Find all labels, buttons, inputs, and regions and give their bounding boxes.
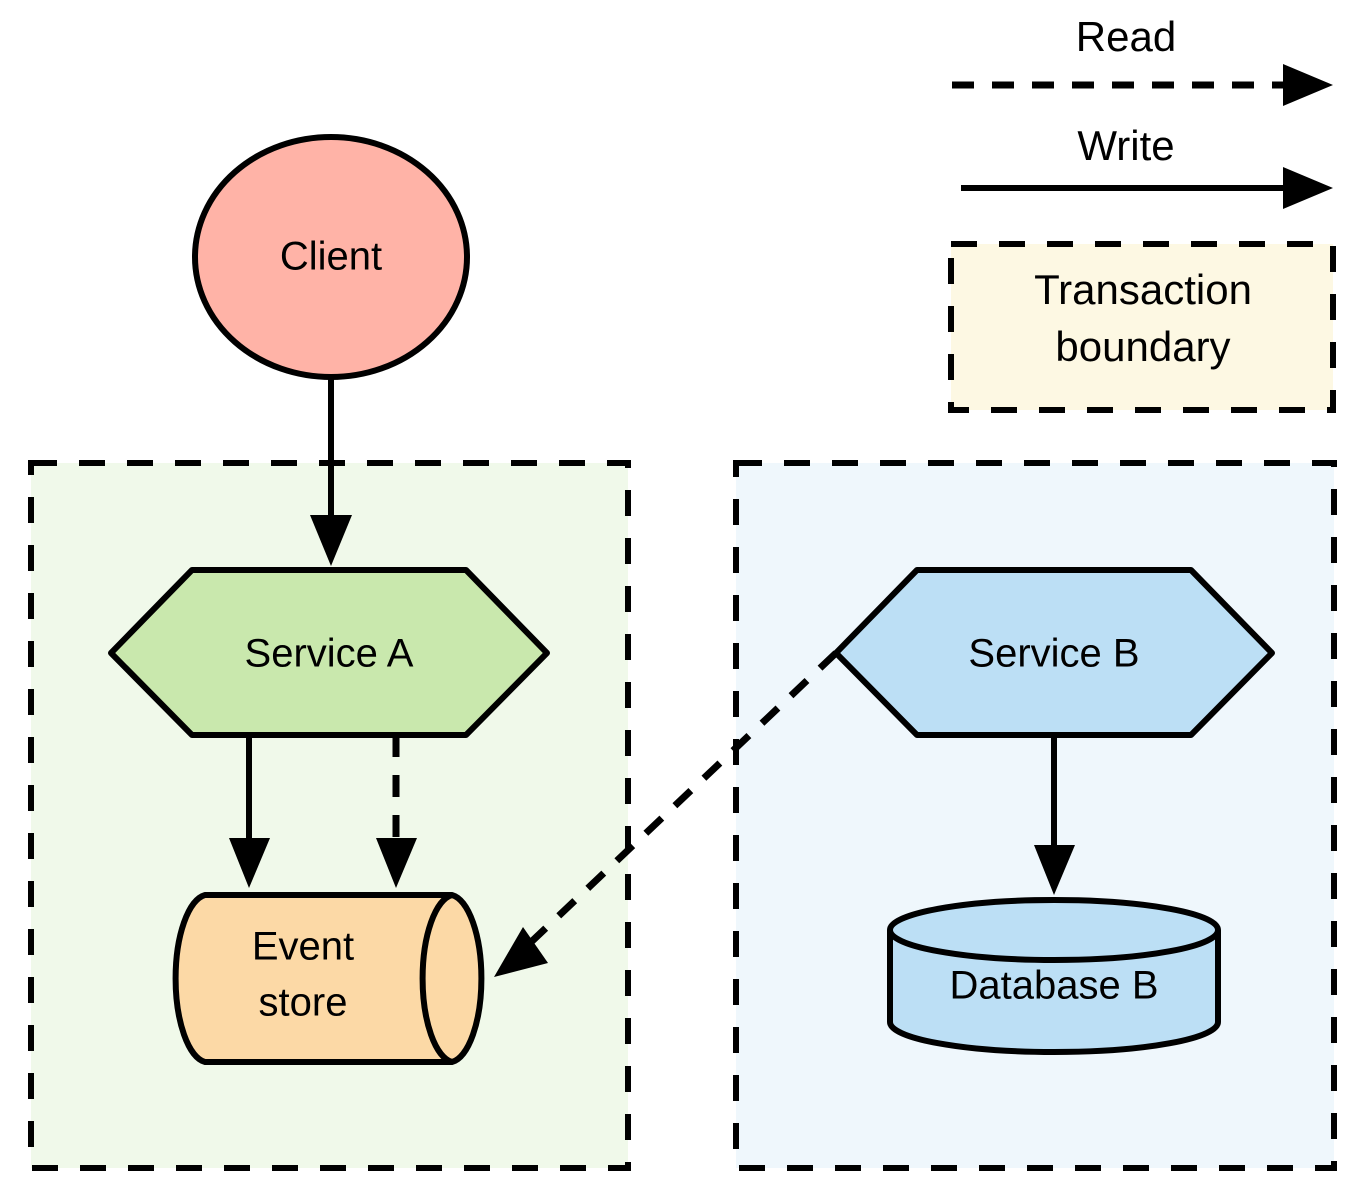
legend-write-label: Write — [1077, 122, 1174, 169]
node-service-a[interactable]: Service A — [108, 567, 550, 738]
node-database-b[interactable]: Database B — [887, 897, 1221, 1055]
event-store-shape — [172, 892, 485, 1065]
arrowhead-right-icon — [1283, 64, 1333, 106]
event-store-label-line2: store — [259, 981, 348, 1025]
node-service-b[interactable]: Service B — [833, 567, 1275, 738]
node-event-store[interactable]: Event store — [172, 892, 485, 1065]
architecture-diagram: Client Service A Event store Service B D… — [28, 13, 1337, 1171]
legend-write: Write — [961, 122, 1333, 209]
event-store-label-line1: Event — [252, 925, 354, 969]
legend-transaction-boundary: Transaction boundary — [948, 241, 1336, 413]
legend-read-label: Read — [1076, 13, 1176, 60]
client-label: Client — [280, 235, 382, 279]
node-client[interactable]: Client — [192, 134, 470, 380]
legend-transaction-boundary-label-line2: boundary — [1055, 323, 1230, 370]
arrowhead-right-icon — [1283, 167, 1333, 209]
service-a-label: Service A — [245, 632, 414, 676]
legend-read: Read — [952, 13, 1333, 106]
service-b-label: Service B — [968, 632, 1139, 676]
legend-transaction-boundary-label-line1: Transaction — [1034, 266, 1252, 313]
database-b-label: Database B — [949, 964, 1158, 1008]
